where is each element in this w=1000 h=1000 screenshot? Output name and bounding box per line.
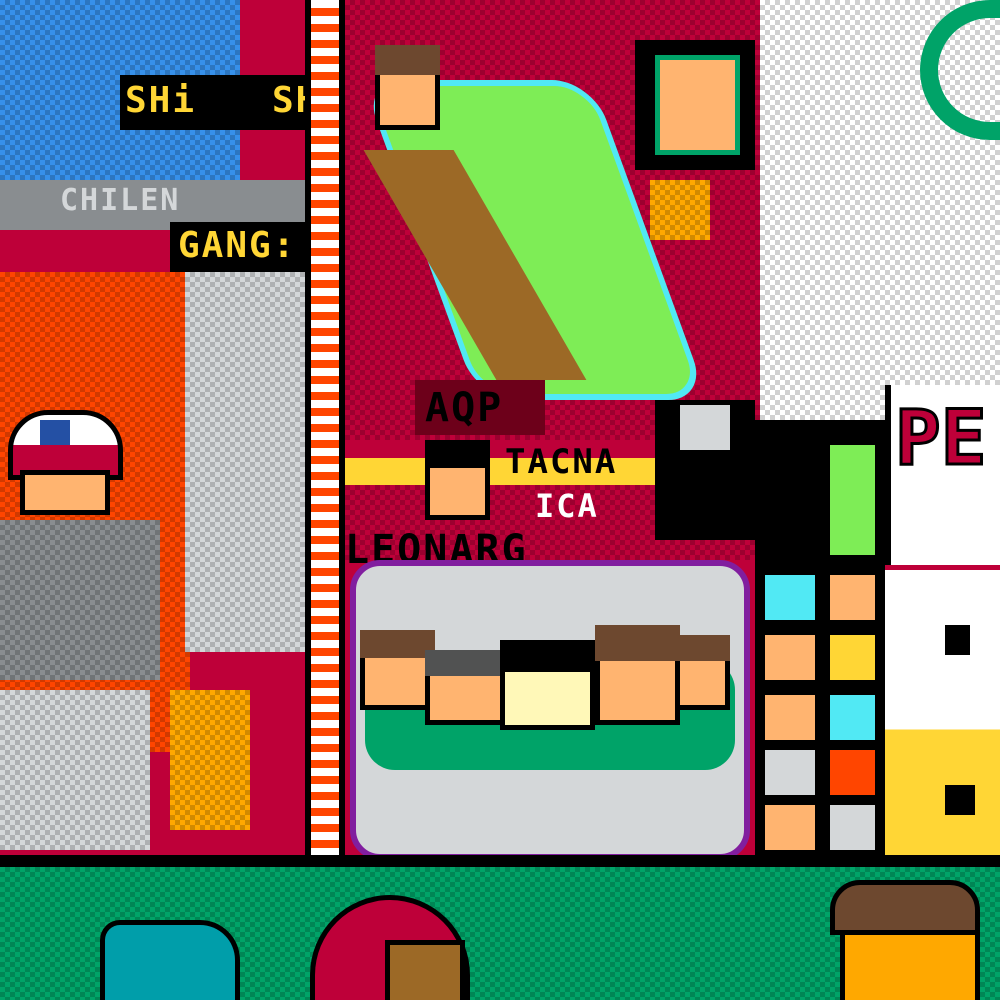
ladder-column [305,0,345,860]
skull-white [680,405,730,450]
face-center-character [425,440,490,520]
group-face-4 [595,625,680,725]
chilen-label: CHILEN [60,183,181,218]
white-bird [885,570,1000,860]
avatar-7 [760,745,820,800]
group-face-3 [500,640,595,730]
left-gray-bottom [0,690,150,850]
avatar-8 [825,745,880,800]
teal-shape [100,920,240,1000]
girl-face [385,940,465,1000]
gang-label: GANG: [178,225,297,266]
group-face-5 [675,635,730,710]
bird-eye [945,625,970,655]
face-top-right [655,55,740,155]
avatar-10 [825,800,880,855]
green-character [825,440,880,560]
bottom-border-line [0,855,1000,867]
chick-yellow [170,690,250,830]
cowboy-face [840,930,980,1000]
avatar-4 [825,630,880,685]
cowboy-hat [830,880,980,935]
gray-statue [185,272,305,652]
face-character [20,470,110,515]
bird-eye-2 [945,785,975,815]
helmet-star-blue [40,420,70,445]
pe-label: PE [894,393,988,482]
tacna-label: TACNA [505,442,618,482]
moai-gray [0,520,160,680]
aqp-label: AQP [425,385,504,431]
avatar-2 [825,570,880,625]
avatar-9 [760,800,820,855]
ica-label: ICA [535,487,599,525]
orange-cat [650,180,710,240]
avatar-6 [825,690,880,745]
avatar-5 [760,690,820,745]
group-face-2 [425,650,505,725]
avatar-1 [760,570,820,625]
shi-left-label: SHi [125,80,197,121]
group-face-1 [360,630,435,710]
avatar-3 [760,630,820,685]
face-top-center [375,45,440,130]
